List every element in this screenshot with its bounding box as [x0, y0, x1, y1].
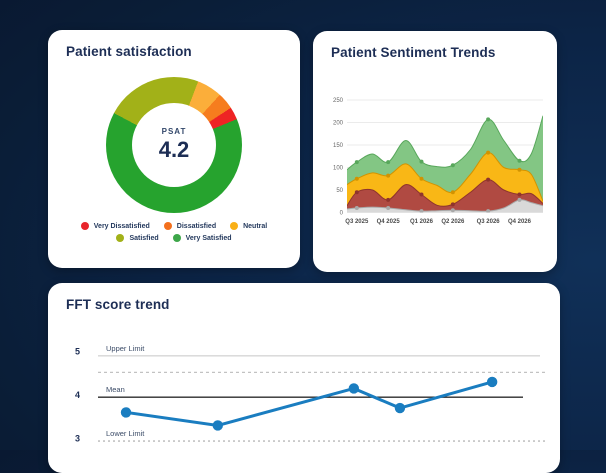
svg-text:Q2 2026: Q2 2026 — [441, 219, 465, 225]
fft-score-trend-card: FFT score trend 5 4 3 Upper Limit Mean Lower … — [48, 283, 560, 473]
svg-text:100: 100 — [333, 166, 344, 172]
legend-dot — [173, 234, 181, 242]
legend-label: Neutral — [243, 223, 267, 230]
svg-text:50: 50 — [336, 188, 343, 194]
legend-item: Neutral — [230, 222, 267, 230]
legend-item: Satisfied — [116, 234, 158, 242]
patient-satisfaction-title: Patient satisfaction — [66, 44, 192, 59]
legend-dot — [230, 222, 238, 230]
svg-text:4: 4 — [75, 390, 80, 400]
svg-text:5: 5 — [75, 347, 80, 357]
legend-item: Very Satisfied — [173, 234, 232, 242]
svg-text:250: 250 — [333, 98, 344, 104]
svg-text:150: 150 — [333, 143, 344, 149]
fft-line-chart: 5 4 3 Upper Limit Mean Lower Limit — [48, 338, 560, 453]
reference-line-label: Lower Limit — [106, 429, 145, 438]
legend-dot — [164, 222, 172, 230]
psat-label: PSAT — [162, 127, 187, 136]
patient-sentiment-card: Patient Sentiment Trends 0 50 100 150 200 250… — [313, 31, 557, 272]
patient-satisfaction-card: Patient satisfaction PSAT 4.2 Very Dissa… — [48, 30, 300, 268]
svg-text:Q1 2026: Q1 2026 — [410, 219, 434, 225]
svg-text:0: 0 — [340, 211, 344, 217]
fft-score-trend-title: FFT score trend — [66, 297, 170, 312]
legend-item: Very Dissatisfied — [81, 222, 150, 230]
dashboard-background: { "theme": { "background_navy": "#0c2446… — [0, 0, 606, 450]
satisfaction-donut-chart: PSAT 4.2 — [106, 77, 242, 213]
legend-label: Very Dissatisfied — [94, 223, 150, 230]
legend-item: Dissatisfied — [164, 222, 216, 230]
legend-label: Very Satisfied — [186, 235, 232, 242]
legend-dot — [81, 222, 89, 230]
legend-dot — [116, 234, 124, 242]
svg-text:Q3 2025: Q3 2025 — [345, 219, 369, 225]
legend-label: Satisfied — [129, 235, 158, 242]
legend-label: Dissatisfied — [177, 223, 216, 230]
svg-text:200: 200 — [333, 121, 344, 127]
satisfaction-legend: Very Dissatisfied Dissatisfied Neutral Sati… — [69, 222, 279, 242]
reference-line-label: Upper Limit — [106, 344, 145, 353]
patient-sentiment-title: Patient Sentiment Trends — [331, 45, 495, 60]
svg-text:Q4 2025: Q4 2025 — [377, 219, 401, 225]
reference-line-label: Mean — [106, 385, 125, 394]
svg-text:3: 3 — [75, 434, 80, 444]
psat-value: 4.2 — [159, 137, 190, 163]
svg-text:Q4 2026: Q4 2026 — [508, 219, 532, 225]
sentiment-stacked-area-chart: 0 50 100 150 200 250 Q3 2025 Q4 2025 Q1 2026 Q2 2… — [321, 95, 551, 245]
satisfaction-donut-center: PSAT 4.2 — [132, 103, 216, 187]
svg-text:Q3 2026: Q3 2026 — [477, 219, 501, 225]
